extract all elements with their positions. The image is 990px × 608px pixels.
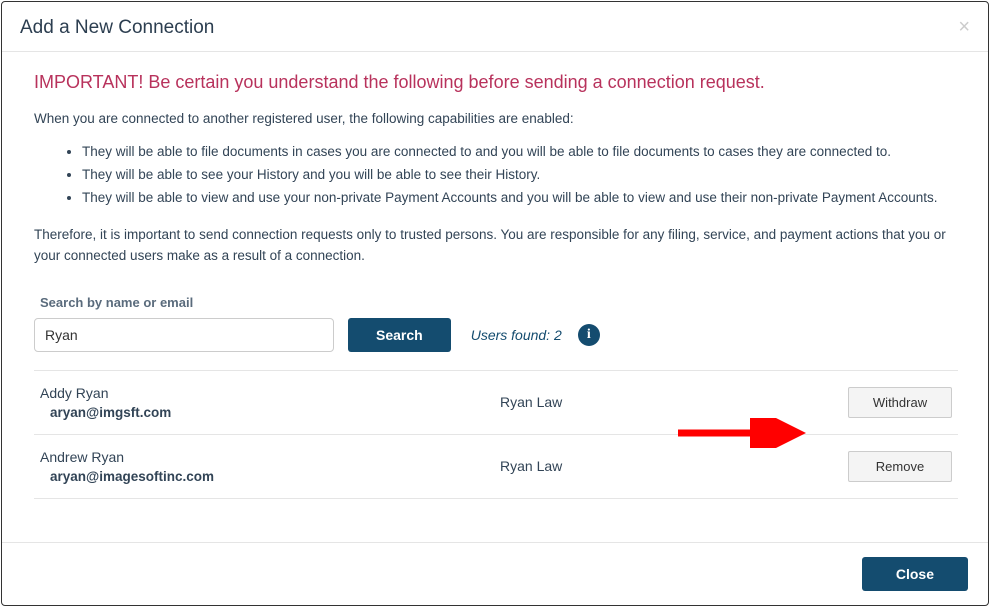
result-org: Ryan Law [500, 394, 832, 410]
modal-body: IMPORTANT! Be certain you understand the… [2, 52, 988, 542]
users-found-text: Users found: 2 [471, 327, 562, 343]
search-input[interactable] [34, 318, 334, 352]
withdraw-button[interactable]: Withdraw [848, 387, 952, 418]
add-connection-modal: Add a New Connection × IMPORTANT! Be cer… [1, 1, 989, 606]
modal-title: Add a New Connection [20, 17, 214, 39]
info-icon[interactable]: i [578, 324, 600, 346]
result-name: Andrew Ryan [40, 449, 500, 465]
therefore-text: Therefore, it is important to send conne… [34, 225, 958, 267]
result-email: aryan@imagesoftinc.com [50, 469, 500, 484]
result-action-cell: Remove [832, 451, 952, 482]
result-email: aryan@imgsft.com [50, 405, 500, 420]
result-action-cell: Withdraw [832, 387, 952, 418]
result-org: Ryan Law [500, 458, 832, 474]
search-label: Search by name or email [40, 295, 958, 310]
close-icon[interactable]: × [958, 16, 970, 39]
result-row: Addy Ryan aryan@imgsft.com Ryan Law With… [34, 371, 958, 435]
modal-footer: Close [2, 542, 988, 605]
results-table: Addy Ryan aryan@imgsft.com Ryan Law With… [34, 370, 958, 499]
remove-button[interactable]: Remove [848, 451, 952, 482]
capability-item: They will be able to view and use your n… [82, 188, 958, 209]
intro-text: When you are connected to another regist… [34, 111, 958, 126]
result-name: Addy Ryan [40, 385, 500, 401]
search-button[interactable]: Search [348, 318, 451, 352]
capability-item: They will be able to file documents in c… [82, 142, 958, 163]
capability-list: They will be able to file documents in c… [34, 142, 958, 209]
result-row: Andrew Ryan aryan@imagesoftinc.com Ryan … [34, 435, 958, 499]
capability-item: They will be able to see your History an… [82, 165, 958, 186]
result-user-cell: Andrew Ryan aryan@imagesoftinc.com [40, 449, 500, 484]
close-button[interactable]: Close [862, 557, 968, 591]
important-heading: IMPORTANT! Be certain you understand the… [34, 72, 958, 93]
modal-header: Add a New Connection × [2, 2, 988, 52]
result-user-cell: Addy Ryan aryan@imgsft.com [40, 385, 500, 420]
search-row: Search Users found: 2 i [34, 318, 958, 352]
